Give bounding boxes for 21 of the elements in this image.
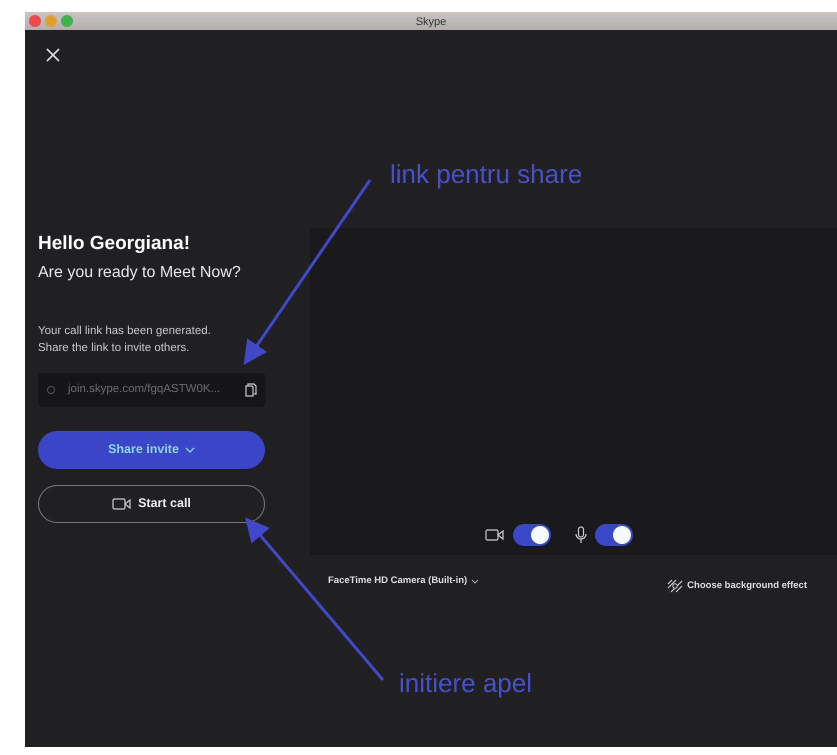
invite-message: Your call link has been generated. Share the link to invite others. bbox=[38, 324, 212, 356]
greeting-title: Hello Georgiana! bbox=[38, 232, 192, 256]
chevron-down-icon bbox=[471, 578, 480, 584]
share-invite-button[interactable]: Share invite bbox=[38, 430, 265, 468]
camera-toggle[interactable] bbox=[513, 524, 551, 546]
link-icon bbox=[46, 384, 56, 394]
chevron-down-icon bbox=[184, 446, 195, 452]
microphone-toggle[interactable] bbox=[595, 524, 633, 546]
start-call-button[interactable]: Start call bbox=[38, 484, 265, 522]
copy-icon[interactable] bbox=[245, 382, 257, 396]
background-effect-button[interactable]: Choose background effect bbox=[667, 579, 807, 594]
video-camera-icon bbox=[485, 528, 505, 542]
microphone-icon bbox=[575, 526, 587, 544]
video-camera-icon bbox=[112, 496, 132, 510]
camera-dropdown[interactable]: FaceTime HD Camera (Built-in) bbox=[328, 569, 480, 594]
annotation-label: initiere apel bbox=[399, 667, 532, 700]
close-icon[interactable] bbox=[46, 48, 60, 62]
greeting-subtitle: Are you ready to Meet Now? bbox=[38, 262, 242, 282]
window-title: Skype bbox=[416, 15, 446, 30]
background-effect-icon bbox=[667, 579, 684, 594]
annotation-label: link pentru share bbox=[390, 158, 582, 191]
